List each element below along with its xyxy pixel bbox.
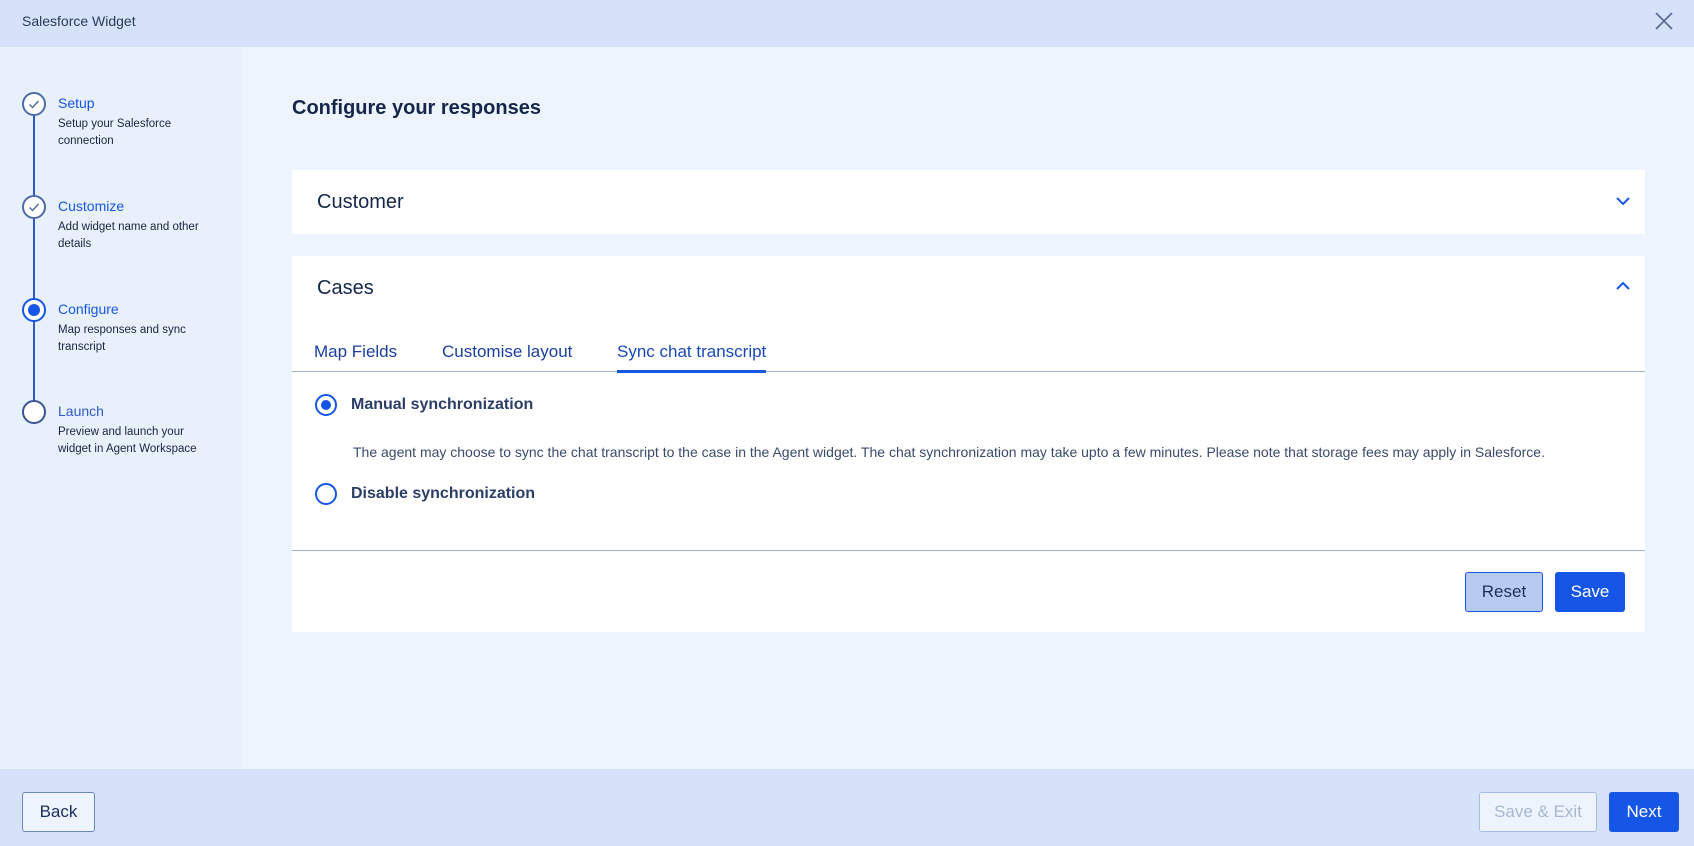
active-step-icon <box>22 298 46 322</box>
manual-sync-label[interactable]: Manual synchronization <box>351 396 533 414</box>
next-button[interactable]: Next <box>1609 792 1679 832</box>
disable-sync-label[interactable]: Disable synchronization <box>351 485 535 503</box>
step-description: Setup your Salesforce connection <box>58 118 172 147</box>
manual-sync-description: The agent may choose to sync the chat tr… <box>353 444 1545 460</box>
chevron-down-icon[interactable] <box>1615 195 1631 207</box>
tab-sync-chat-transcript[interactable]: Sync chat transcript <box>617 342 766 362</box>
close-icon[interactable] <box>1652 9 1676 33</box>
step-connector <box>33 115 35 200</box>
step-connector <box>33 218 35 303</box>
accordion-title: Cases <box>317 277 374 299</box>
step-description: Add widget name and other details <box>58 221 199 250</box>
step-description: Map responses and sync transcript <box>58 324 186 353</box>
panel-divider <box>292 550 1645 551</box>
step-title: Configure <box>58 301 119 317</box>
page-title: Configure your responses <box>292 97 541 119</box>
tab-bar: Map Fields Customise layout Sync chat tr… <box>292 342 1645 372</box>
cases-accordion: Cases Map Fields Customise layout Sync c… <box>292 256 1645 632</box>
active-tab-indicator <box>617 370 766 373</box>
step-connector <box>33 321 35 405</box>
tab-map-fields[interactable]: Map Fields <box>314 342 397 362</box>
step-description: Preview and launch your widget in Agent … <box>58 426 197 455</box>
manual-sync-radio[interactable] <box>315 394 337 416</box>
step-title: Customize <box>58 198 125 214</box>
pending-step-icon <box>22 400 46 424</box>
step-title: Launch <box>58 403 104 419</box>
chevron-up-icon[interactable] <box>1615 280 1631 292</box>
accordion-title: Customer <box>317 191 404 213</box>
stepper-sidebar: Setup Setup your Salesforce connection C… <box>0 47 242 769</box>
header-bar: Salesforce Widget <box>0 0 1694 47</box>
reset-button[interactable]: Reset <box>1465 572 1543 612</box>
save-button[interactable]: Save <box>1555 572 1625 612</box>
app-title: Salesforce Widget <box>22 13 136 29</box>
tab-customise-layout[interactable]: Customise layout <box>442 342 572 362</box>
save-exit-button[interactable]: Save & Exit <box>1479 792 1597 832</box>
check-icon <box>22 92 46 116</box>
check-icon <box>22 195 46 219</box>
back-button[interactable]: Back <box>22 792 95 832</box>
step-title: Setup <box>58 95 95 111</box>
footer-bar: Back Save & Exit Next <box>0 769 1694 846</box>
customer-accordion[interactable]: Customer <box>292 170 1645 234</box>
disable-sync-radio[interactable] <box>315 483 337 505</box>
